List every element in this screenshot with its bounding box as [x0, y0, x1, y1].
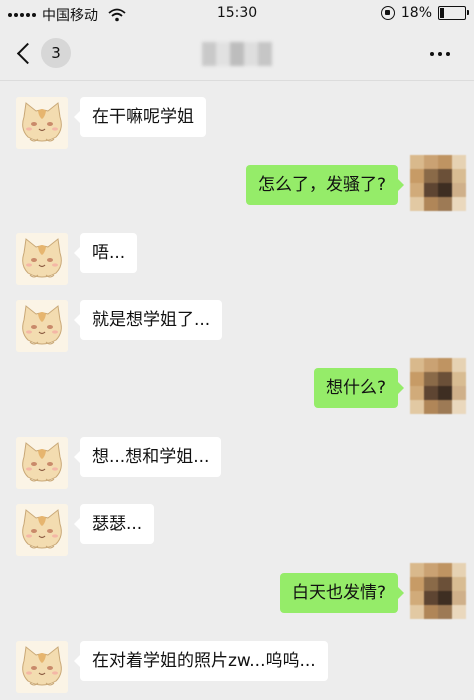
- battery-percent: 18%: [400, 5, 432, 21]
- avatar-pixel: [410, 591, 424, 605]
- chat-title-blurred: [202, 42, 272, 66]
- more-icon-dot: [446, 52, 450, 56]
- cat-avatar-icon: [16, 437, 68, 489]
- sender-avatar[interactable]: [16, 641, 68, 693]
- message-bubble[interactable]: 在对着学姐的照片zw...呜呜...: [74, 641, 328, 681]
- sender-avatar[interactable]: [16, 300, 68, 352]
- message-bubble[interactable]: 白天也发情?: [279, 573, 405, 613]
- avatar-pixel: [424, 563, 438, 577]
- avatar-pixel: [438, 169, 452, 183]
- sender-avatar[interactable]: [16, 233, 68, 285]
- sender-avatar[interactable]: [16, 504, 68, 556]
- more-icon: [430, 52, 434, 56]
- cat-avatar-icon: [16, 300, 68, 352]
- more-icon-dot: [438, 52, 442, 56]
- avatar-pixel: [452, 400, 466, 414]
- avatar-pixel: [424, 197, 438, 211]
- avatar-pixel: [438, 591, 452, 605]
- avatar-pixel: [424, 577, 438, 591]
- avatar-pixel: [410, 605, 424, 619]
- my-avatar[interactable]: [410, 563, 466, 619]
- back-button[interactable]: 3: [14, 38, 71, 68]
- chat-header: 3: [0, 28, 474, 81]
- more-button[interactable]: [430, 52, 450, 56]
- avatar-pixel: [424, 400, 438, 414]
- unread-count-badge: 3: [41, 38, 71, 68]
- avatar-pixel: [438, 358, 452, 372]
- avatar-pixel: [452, 386, 466, 400]
- avatar-pixel: [452, 358, 466, 372]
- avatar-pixel: [424, 372, 438, 386]
- my-avatar[interactable]: [410, 155, 466, 211]
- cat-avatar-icon: [16, 641, 68, 693]
- avatar-pixel: [424, 358, 438, 372]
- avatar-pixel: [424, 386, 438, 400]
- cat-avatar-icon: [16, 97, 68, 149]
- sender-avatar[interactable]: [16, 437, 68, 489]
- avatar-pixel: [410, 183, 424, 197]
- avatar-pixel: [410, 169, 424, 183]
- avatar-pixel: [438, 372, 452, 386]
- my-avatar[interactable]: [410, 358, 466, 414]
- cat-avatar-icon: [16, 233, 68, 285]
- avatar-pixel: [410, 197, 424, 211]
- message-list[interactable]: 在干嘛呢学姐 怎么了，发骚了? 唔... 就是想学姐了... 想什么? 想...想和…: [0, 81, 474, 700]
- message-bubble[interactable]: 瑟瑟...: [73, 504, 155, 544]
- avatar-pixel: [452, 169, 466, 183]
- avatar-pixel: [410, 386, 424, 400]
- avatar-pixel: [424, 169, 438, 183]
- avatar-pixel: [424, 591, 438, 605]
- avatar-pixel: [410, 372, 424, 386]
- rotation-lock-icon: [380, 6, 395, 20]
- message-bubble[interactable]: 想...想和学姐...: [73, 437, 222, 477]
- avatar-pixel: [410, 155, 424, 169]
- avatar-pixel: [424, 605, 438, 619]
- avatar-pixel: [438, 577, 452, 591]
- avatar-pixel: [410, 577, 424, 591]
- avatar-pixel: [452, 577, 466, 591]
- avatar-pixel: [424, 183, 438, 197]
- avatar-pixel: [410, 563, 424, 577]
- cat-avatar-icon: [16, 504, 68, 556]
- avatar-pixel: [452, 605, 466, 619]
- avatar-pixel: [452, 591, 466, 605]
- status-bar: 中国移动 15:30 18%: [0, 0, 474, 28]
- avatar-pixel: [452, 372, 466, 386]
- message-bubble[interactable]: 怎么了，发骚了?: [245, 165, 405, 205]
- avatar-pixel: [438, 155, 452, 169]
- avatar-pixel: [438, 605, 452, 619]
- avatar-pixel: [452, 197, 466, 211]
- avatar-pixel: [410, 358, 424, 372]
- avatar-pixel: [438, 386, 452, 400]
- message-bubble[interactable]: 就是想学姐了...: [73, 300, 223, 340]
- avatar-pixel: [424, 155, 438, 169]
- message-bubble[interactable]: 在干嘛呢学姐: [74, 97, 206, 137]
- avatar-pixel: [452, 155, 466, 169]
- message-bubble[interactable]: 唔...: [73, 233, 138, 273]
- chevron-left-icon: [16, 42, 39, 64]
- battery-icon: [438, 6, 469, 20]
- battery-fill: [440, 8, 445, 18]
- avatar-pixel: [438, 563, 452, 577]
- avatar-pixel: [452, 563, 466, 577]
- avatar-pixel: [410, 400, 424, 414]
- sender-avatar[interactable]: [16, 97, 68, 149]
- avatar-pixel: [438, 183, 452, 197]
- status-right: 18%: [380, 5, 469, 21]
- avatar-pixel: [438, 197, 452, 211]
- avatar-pixel: [452, 183, 466, 197]
- message-bubble[interactable]: 想什么?: [313, 368, 405, 408]
- avatar-pixel: [438, 400, 452, 414]
